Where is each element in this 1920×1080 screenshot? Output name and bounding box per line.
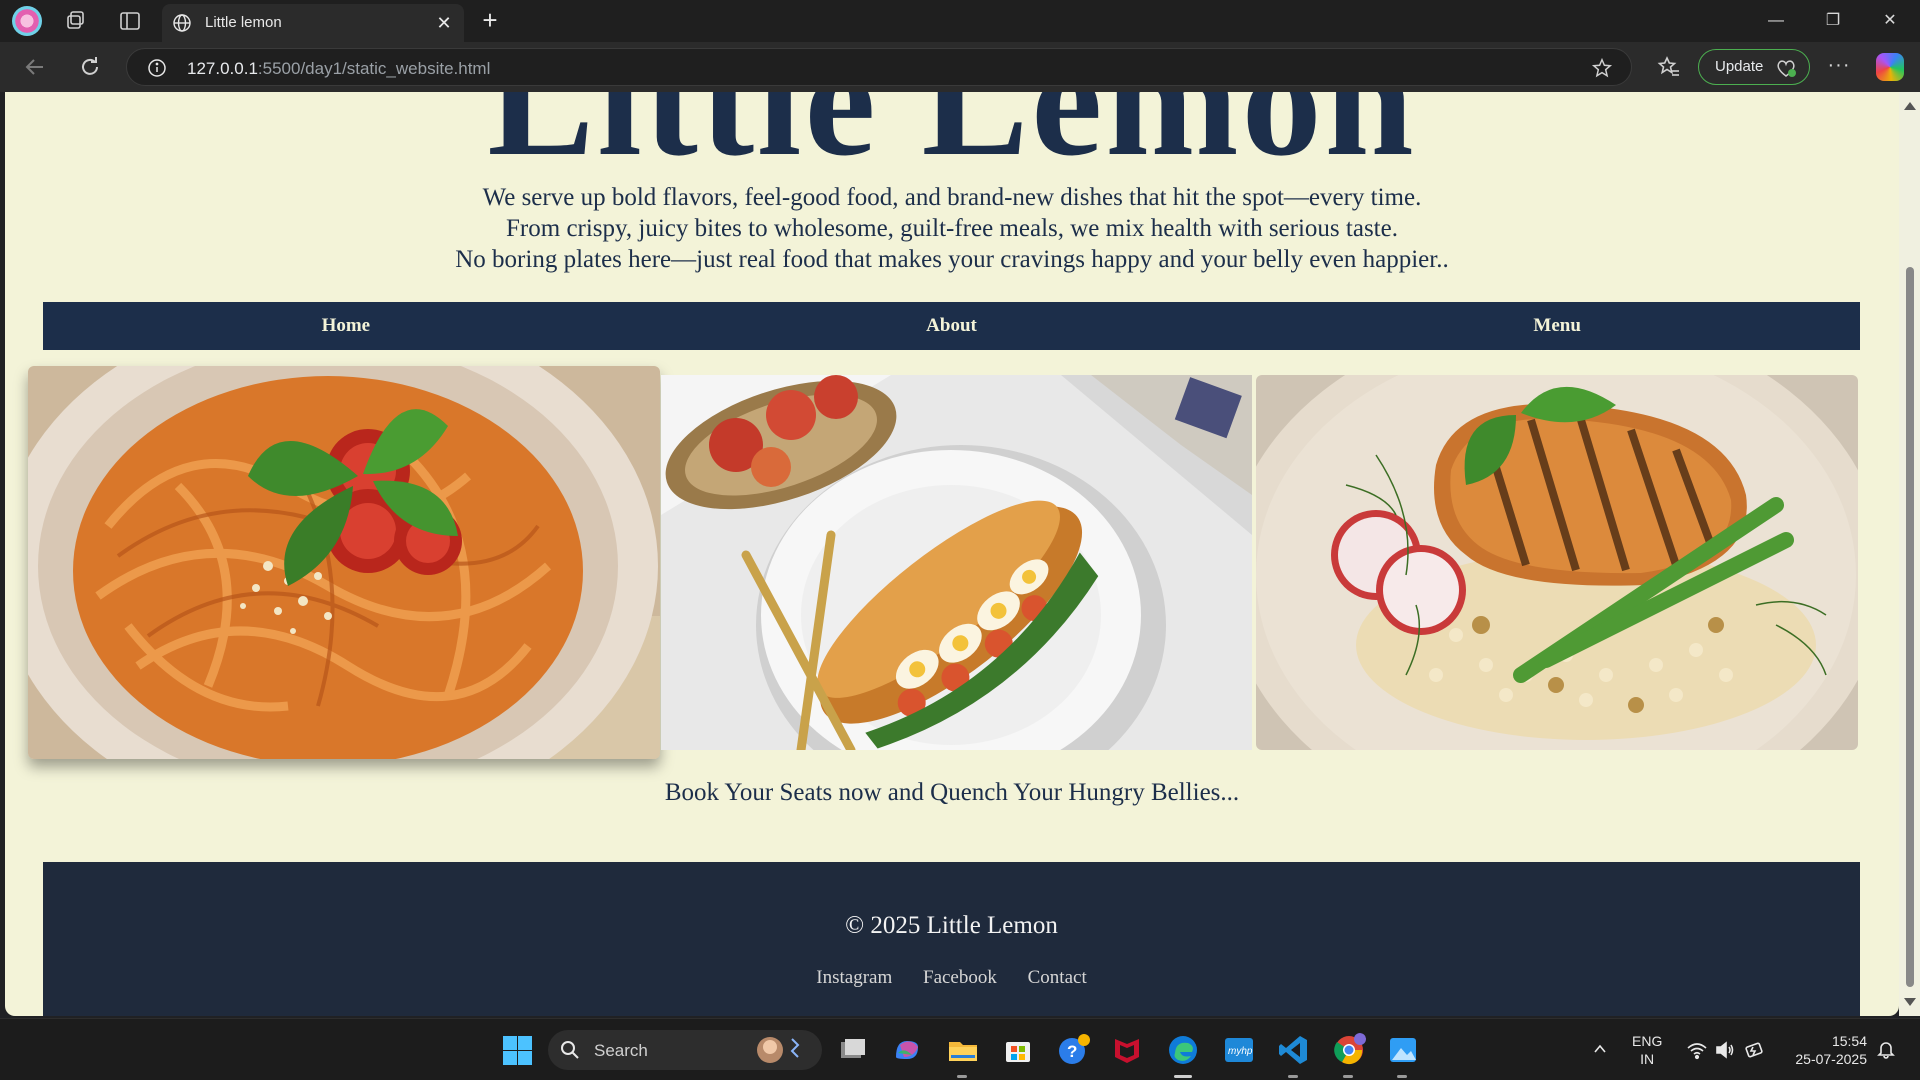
wifi-icon[interactable] [1686,1039,1708,1061]
site-navbar: Home About Menu [43,302,1860,350]
minimize-icon[interactable]: — [1756,6,1796,36]
running-indicator [1397,1075,1407,1078]
new-tab-button[interactable]: + [476,7,504,35]
copilot-app-icon[interactable] [890,1033,924,1067]
notifications-bell-icon[interactable] [1876,1039,1896,1059]
tab-actions-icon[interactable] [118,9,142,33]
pasta-dish-image [28,366,660,759]
lang-line: IN [1640,1051,1655,1067]
active-indicator [1174,1075,1192,1078]
heart-pulse-icon [1777,60,1796,77]
system-clock[interactable]: 15:54 25-07-2025 [1783,1032,1867,1068]
edge-browser-icon[interactable] [1166,1033,1200,1067]
copyright-text: © 2025 Little Lemon [845,912,1058,939]
microsoft-store-icon[interactable] [1001,1033,1035,1067]
language-indicator[interactable]: ENG IN [1632,1032,1662,1068]
intro-line: No boring plates here—just real food tha… [455,246,1449,273]
chrome-icon[interactable] [1332,1033,1366,1067]
intro-line: We serve up bold flavors, feel-good food… [482,184,1422,211]
running-indicator [1343,1075,1353,1078]
windows-start-icon[interactable] [500,1033,534,1067]
grilled-chicken-image [1256,375,1858,750]
taskbar-search[interactable]: Search [548,1030,822,1070]
page-viewport: Little Lemon We serve up bold flavors, f… [5,92,1899,1016]
copilot-icon[interactable] [1876,53,1904,81]
globe-icon [173,14,191,32]
search-label: Search [594,1041,648,1060]
intro-paragraph: We serve up bold flavors, feel-good food… [5,182,1899,275]
scroll-up-arrow-icon[interactable] [1904,102,1916,110]
nav-link-home[interactable]: Home [43,302,649,350]
close-tab-icon[interactable]: ✕ [434,13,454,33]
start-tile [518,1036,532,1050]
more-options-icon[interactable]: ··· [1822,54,1856,80]
croissant-sandwich-image [661,375,1252,750]
footer-link-contact[interactable]: Contact [1028,967,1087,988]
start-tile [503,1051,517,1065]
workspaces-icon[interactable] [64,9,88,33]
myhp-icon[interactable]: myhp [1222,1033,1256,1067]
back-icon[interactable] [20,52,50,82]
photos-app-icon[interactable] [1386,1033,1420,1067]
search-highlight-icon [757,1037,800,1063]
scroll-down-arrow-icon[interactable] [1904,998,1916,1006]
windows-taskbar: Search ? myhp ENG IN 15:54 25-07-2025 [0,1018,1920,1080]
svg-text:myhp: myhp [1228,1046,1253,1057]
nav-link-about[interactable]: About [649,302,1255,350]
clock-date: 25-07-2025 [1795,1051,1867,1067]
footer-links: Instagram Facebook Contact [43,967,1860,989]
restore-icon[interactable]: ❐ [1813,6,1853,36]
vscode-icon[interactable] [1276,1033,1310,1067]
update-button[interactable]: Update [1698,49,1810,85]
start-tile [518,1051,532,1065]
get-help-icon[interactable]: ? [1057,1033,1091,1067]
volume-icon[interactable] [1714,1039,1736,1061]
site-info-icon[interactable] [147,58,167,78]
running-indicator [957,1075,967,1078]
browser-titlebar: Little lemon ✕ + — ❐ ✕ [0,0,1920,42]
intro-line: From crispy, juicy bites to wholesome, g… [506,215,1398,242]
search-icon [561,1041,579,1059]
site-footer: © 2025 Little Lemon Instagram Facebook C… [43,862,1860,1016]
lang-line: ENG [1632,1033,1663,1049]
battery-icon[interactable] [1744,1039,1766,1061]
address-url: 127.0.0.1:5500/day1/static_website.html [187,59,490,79]
clock-time: 15:54 [1831,1033,1867,1049]
running-indicator [1288,1075,1298,1078]
svg-text:?: ? [1067,1042,1077,1061]
browser-toolbar: 127.0.0.1:5500/day1/static_website.html … [0,42,1920,92]
show-hidden-icons-icon[interactable] [1592,1041,1608,1057]
page-scrollbar[interactable] [1899,92,1920,1016]
mcafee-icon[interactable] [1110,1033,1144,1067]
address-bar[interactable]: 127.0.0.1:5500/day1/static_website.html [126,48,1632,86]
hero-title: Little Lemon [487,92,1417,189]
tab-title: Little lemon [205,14,282,31]
scroll-thumb[interactable] [1906,267,1914,987]
cta-text: Book Your Seats now and Quench Your Hung… [664,779,1240,806]
profile-avatar-icon[interactable] [12,6,42,36]
nav-link-menu[interactable]: Menu [1254,302,1860,350]
start-tile [503,1036,517,1050]
favorites-icon[interactable] [1657,55,1681,79]
close-window-icon[interactable]: ✕ [1870,6,1910,36]
footer-link-instagram[interactable]: Instagram [816,967,892,988]
update-label: Update [1715,58,1764,75]
footer-link-facebook[interactable]: Facebook [923,967,997,988]
url-host: 127.0.0.1 [187,59,258,78]
task-view-icon[interactable] [836,1033,870,1067]
browser-tab-active[interactable]: Little lemon ✕ [162,4,464,42]
file-explorer-icon[interactable] [946,1033,980,1067]
url-path: :5500/day1/static_website.html [257,59,491,78]
reload-icon[interactable] [75,52,105,82]
favorite-star-icon[interactable] [1591,57,1613,79]
